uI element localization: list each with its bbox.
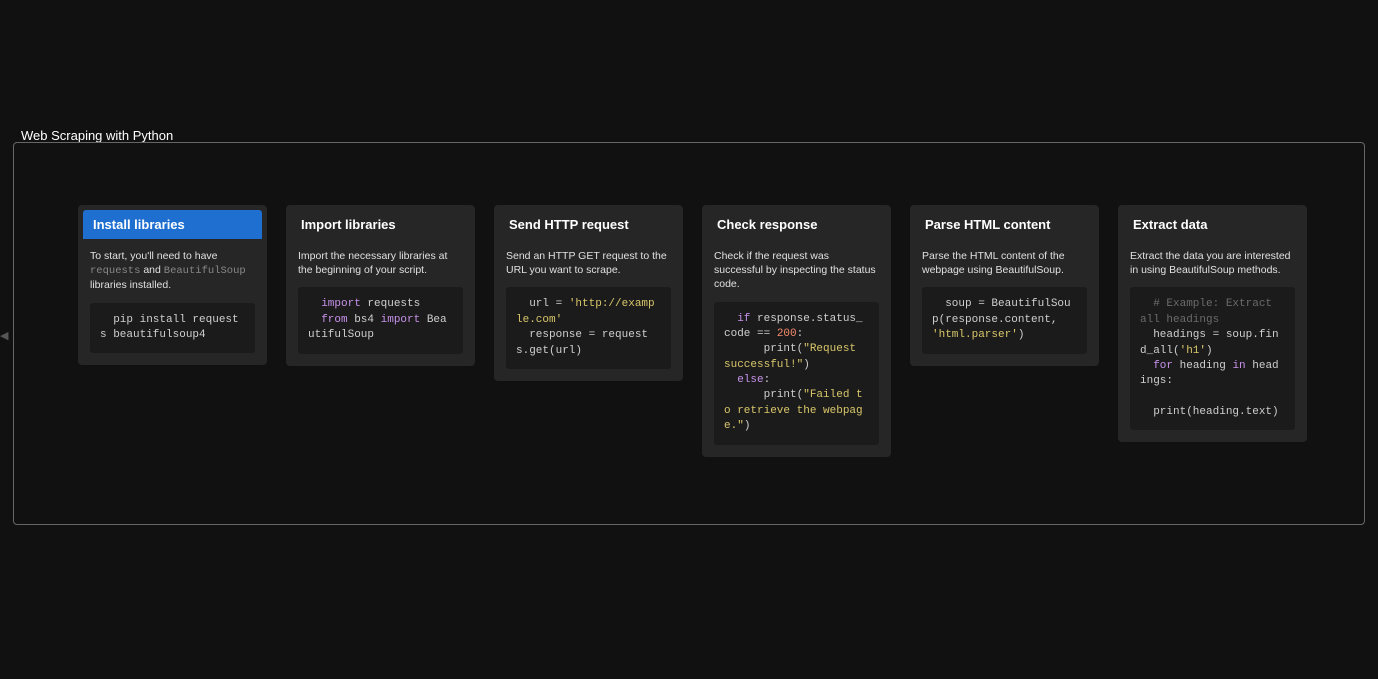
code-block[interactable]: soup = BeautifulSoup(response.content, '… (922, 287, 1087, 353)
step-card-parse[interactable]: Parse HTML content Parse the HTML conten… (910, 205, 1099, 366)
step-card-request[interactable]: Send HTTP request Send an HTTP GET reque… (494, 205, 683, 381)
step-card-extract[interactable]: Extract data Extract the data you are in… (1118, 205, 1307, 442)
step-description: Check if the request was successful by i… (702, 239, 891, 300)
step-card-import[interactable]: Import libraries Import the necessary li… (286, 205, 475, 366)
code-block[interactable]: # Example: Extract all headings headings… (1130, 287, 1295, 430)
step-description: Extract the data you are interested in u… (1118, 239, 1307, 285)
step-description: To start, you'll need to have requests a… (78, 239, 267, 301)
inline-code: BeautifulSoup (164, 265, 246, 277)
step-header: Install libraries (83, 210, 262, 239)
inline-code: requests (90, 265, 140, 277)
step-description: Parse the HTML content of the webpage us… (910, 239, 1099, 285)
step-header: Send HTTP request (499, 210, 678, 239)
code-block[interactable]: pip install requests beautifulsoup4 (90, 303, 255, 354)
step-header: Extract data (1123, 210, 1302, 239)
code-block[interactable]: url = 'http://example.com' response = re… (506, 287, 671, 369)
step-card-check[interactable]: Check response Check if the request was … (702, 205, 891, 457)
step-card-install[interactable]: Install libraries To start, you'll need … (78, 205, 267, 365)
step-header: Parse HTML content (915, 210, 1094, 239)
step-description: Import the necessary libraries at the be… (286, 239, 475, 285)
page-title: Web Scraping with Python (21, 128, 173, 143)
step-description: Send an HTTP GET request to the URL you … (494, 239, 683, 285)
step-header: Check response (707, 210, 886, 239)
step-header: Import libraries (291, 210, 470, 239)
tutorial-steps-container: Install libraries To start, you'll need … (13, 142, 1365, 525)
code-block[interactable]: import requests from bs4 import Beautifu… (298, 287, 463, 353)
chevron-left-icon: ◀ (0, 329, 8, 342)
code-block[interactable]: if response.status_code == 200: print("R… (714, 302, 879, 445)
